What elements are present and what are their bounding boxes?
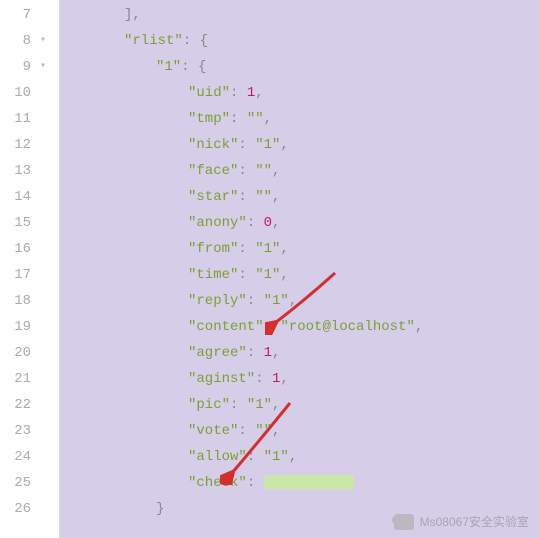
gutter-line: 9▾: [0, 54, 59, 80]
code-line[interactable]: "from": "1",: [60, 236, 539, 262]
line-number: 26: [3, 496, 31, 522]
line-number: 19: [3, 314, 31, 340]
line-number: 20: [3, 340, 31, 366]
code-line[interactable]: "check":: [60, 470, 539, 496]
line-number: 25: [3, 470, 31, 496]
code-line[interactable]: "allow": "1",: [60, 444, 539, 470]
line-number: 14: [3, 184, 31, 210]
line-number: 16: [3, 236, 31, 262]
fold-toggle-icon[interactable]: ▾: [31, 54, 55, 80]
code-line[interactable]: "tmp": "",: [60, 106, 539, 132]
code-line[interactable]: ],: [60, 2, 539, 28]
gutter-line: 20: [0, 340, 59, 366]
line-number: 9: [3, 54, 31, 80]
code-editor: 78▾9▾1011121314151617181920212223242526 …: [0, 0, 539, 538]
code-area[interactable]: ],"rlist": {"1": {"uid": 1,"tmp": "","ni…: [60, 0, 539, 538]
code-line[interactable]: "uid": 1,: [60, 80, 539, 106]
gutter-line: 11: [0, 106, 59, 132]
gutter-line: 26: [0, 496, 59, 522]
gutter-line: 15: [0, 210, 59, 236]
code-line[interactable]: "content": "root@localhost",: [60, 314, 539, 340]
line-number: 17: [3, 262, 31, 288]
gutter-line: 14: [0, 184, 59, 210]
code-line[interactable]: "rlist": {: [60, 28, 539, 54]
gutter-line: 19: [0, 314, 59, 340]
line-number: 8: [3, 28, 31, 54]
line-number: 7: [3, 2, 31, 28]
code-line[interactable]: "anony": 0,: [60, 210, 539, 236]
code-line[interactable]: "nick": "1",: [60, 132, 539, 158]
line-number: 21: [3, 366, 31, 392]
code-line[interactable]: "reply": "1",: [60, 288, 539, 314]
gutter: 78▾9▾1011121314151617181920212223242526: [0, 0, 60, 538]
line-number: 12: [3, 132, 31, 158]
gutter-line: 23: [0, 418, 59, 444]
fold-toggle-icon[interactable]: ▾: [31, 28, 55, 54]
code-line[interactable]: "1": {: [60, 54, 539, 80]
line-number: 23: [3, 418, 31, 444]
gutter-line: 17: [0, 262, 59, 288]
code-line[interactable]: "star": "",: [60, 184, 539, 210]
line-number: 13: [3, 158, 31, 184]
watermark-text: Ms08067安全实验室: [420, 513, 529, 530]
gutter-line: 22: [0, 392, 59, 418]
gutter-line: 8▾: [0, 28, 59, 54]
gutter-line: 25: [0, 470, 59, 496]
line-number: 15: [3, 210, 31, 236]
code-line[interactable]: "pic": "1",: [60, 392, 539, 418]
line-number: 18: [3, 288, 31, 314]
gutter-line: 21: [0, 366, 59, 392]
code-line[interactable]: "time": "1",: [60, 262, 539, 288]
line-number: 10: [3, 80, 31, 106]
gutter-line: 16: [0, 236, 59, 262]
watermark: Ms08067安全实验室: [394, 513, 529, 530]
code-line[interactable]: "agree": 1,: [60, 340, 539, 366]
gutter-line: 13: [0, 158, 59, 184]
line-number: 11: [3, 106, 31, 132]
gutter-line: 18: [0, 288, 59, 314]
gutter-line: 12: [0, 132, 59, 158]
code-line[interactable]: "vote": "",: [60, 418, 539, 444]
wechat-icon: [394, 514, 414, 530]
line-number: 24: [3, 444, 31, 470]
gutter-line: 7: [0, 2, 59, 28]
code-line[interactable]: "aginst": 1,: [60, 366, 539, 392]
code-line[interactable]: "face": "",: [60, 158, 539, 184]
redacted-value: [264, 475, 354, 489]
gutter-line: 10: [0, 80, 59, 106]
line-number: 22: [3, 392, 31, 418]
gutter-line: 24: [0, 444, 59, 470]
